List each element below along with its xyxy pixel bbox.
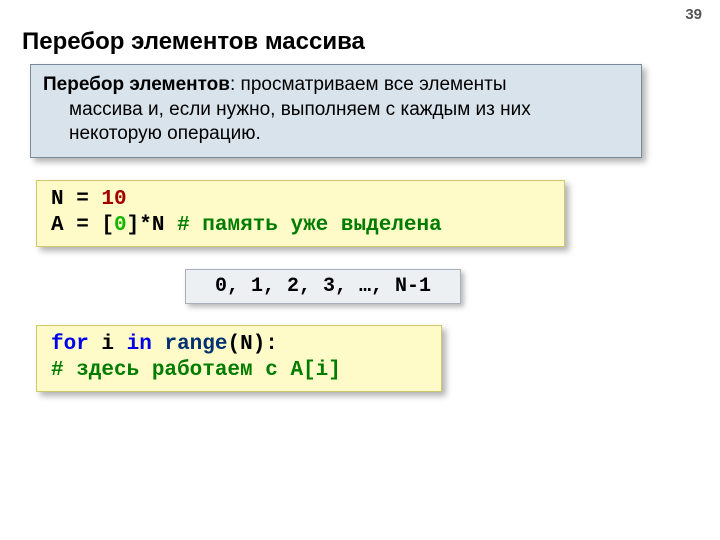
code-block-1: N = 10 A = [0]*N # память уже выделена (36, 180, 565, 247)
description-text: Перебор элементов: просматриваем все эле… (43, 73, 629, 147)
desc-lead: Перебор элементов (43, 74, 230, 95)
slide-title: Перебор элементов массива (22, 28, 365, 56)
code1-line1: N = 10 (51, 187, 552, 213)
desc-rest1: : просматриваем все элементы (230, 74, 507, 95)
sequence-box: 0, 1, 2, 3, …, N-1 (185, 269, 461, 304)
code2-line1: for i in range(N): (51, 332, 429, 358)
code-block-2: for i in range(N): # здесь работаем с A[… (36, 325, 442, 392)
page-number: 39 (685, 6, 702, 23)
code2-line2: # здесь работаем с A[i] (51, 358, 429, 384)
desc-line3: некоторую операцию. (43, 122, 629, 147)
description-box: Перебор элементов: просматриваем все эле… (30, 64, 642, 158)
code1-line2: A = [0]*N # память уже выделена (51, 213, 552, 239)
desc-line2: массива и, если нужно, выполняем с кажды… (43, 98, 629, 123)
